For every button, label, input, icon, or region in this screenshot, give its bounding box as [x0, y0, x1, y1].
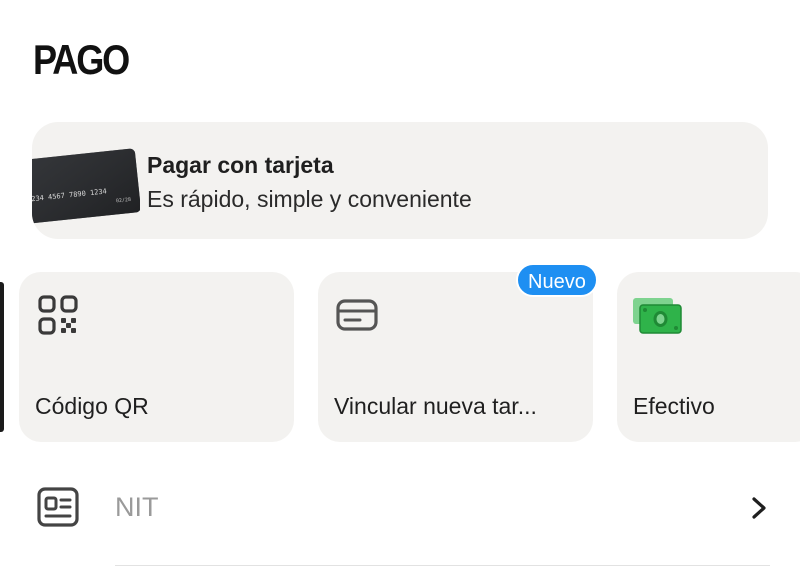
qr-code-icon — [38, 295, 78, 335]
id-card-icon — [37, 487, 79, 527]
promo-title: Pagar con tarjeta — [147, 152, 334, 178]
payment-sheet: PAGO 234 4567 7890 1234 02/28 Pagar con … — [0, 0, 800, 572]
page-title: PAGO — [33, 36, 130, 83]
cash-icon — [633, 298, 682, 334]
nit-row[interactable]: NIT — [0, 470, 800, 548]
chevron-right-icon — [752, 497, 766, 519]
card-outline-icon — [336, 299, 378, 331]
cash-label: Efectivo — [633, 393, 715, 419]
qr-code-label: Código QR — [35, 393, 149, 419]
new-badge: Nuevo — [516, 263, 598, 297]
payment-methods-row: Código QR Vincular nueva tar... Efectivo — [0, 270, 800, 445]
divider — [115, 565, 770, 566]
nit-label: NIT — [115, 492, 159, 522]
promo-subtitle: Es rápido, simple y conveniente — [147, 186, 472, 212]
pay-with-card-banner[interactable]: 234 4567 7890 1234 02/28 Pagar con tarje… — [32, 122, 768, 239]
cash-option[interactable]: Efectivo — [617, 272, 800, 442]
credit-card-image: 234 4567 7890 1234 02/28 — [32, 148, 140, 224]
qr-code-option[interactable]: Código QR — [19, 272, 294, 442]
link-new-card-label: Vincular nueva tar... — [334, 393, 537, 419]
